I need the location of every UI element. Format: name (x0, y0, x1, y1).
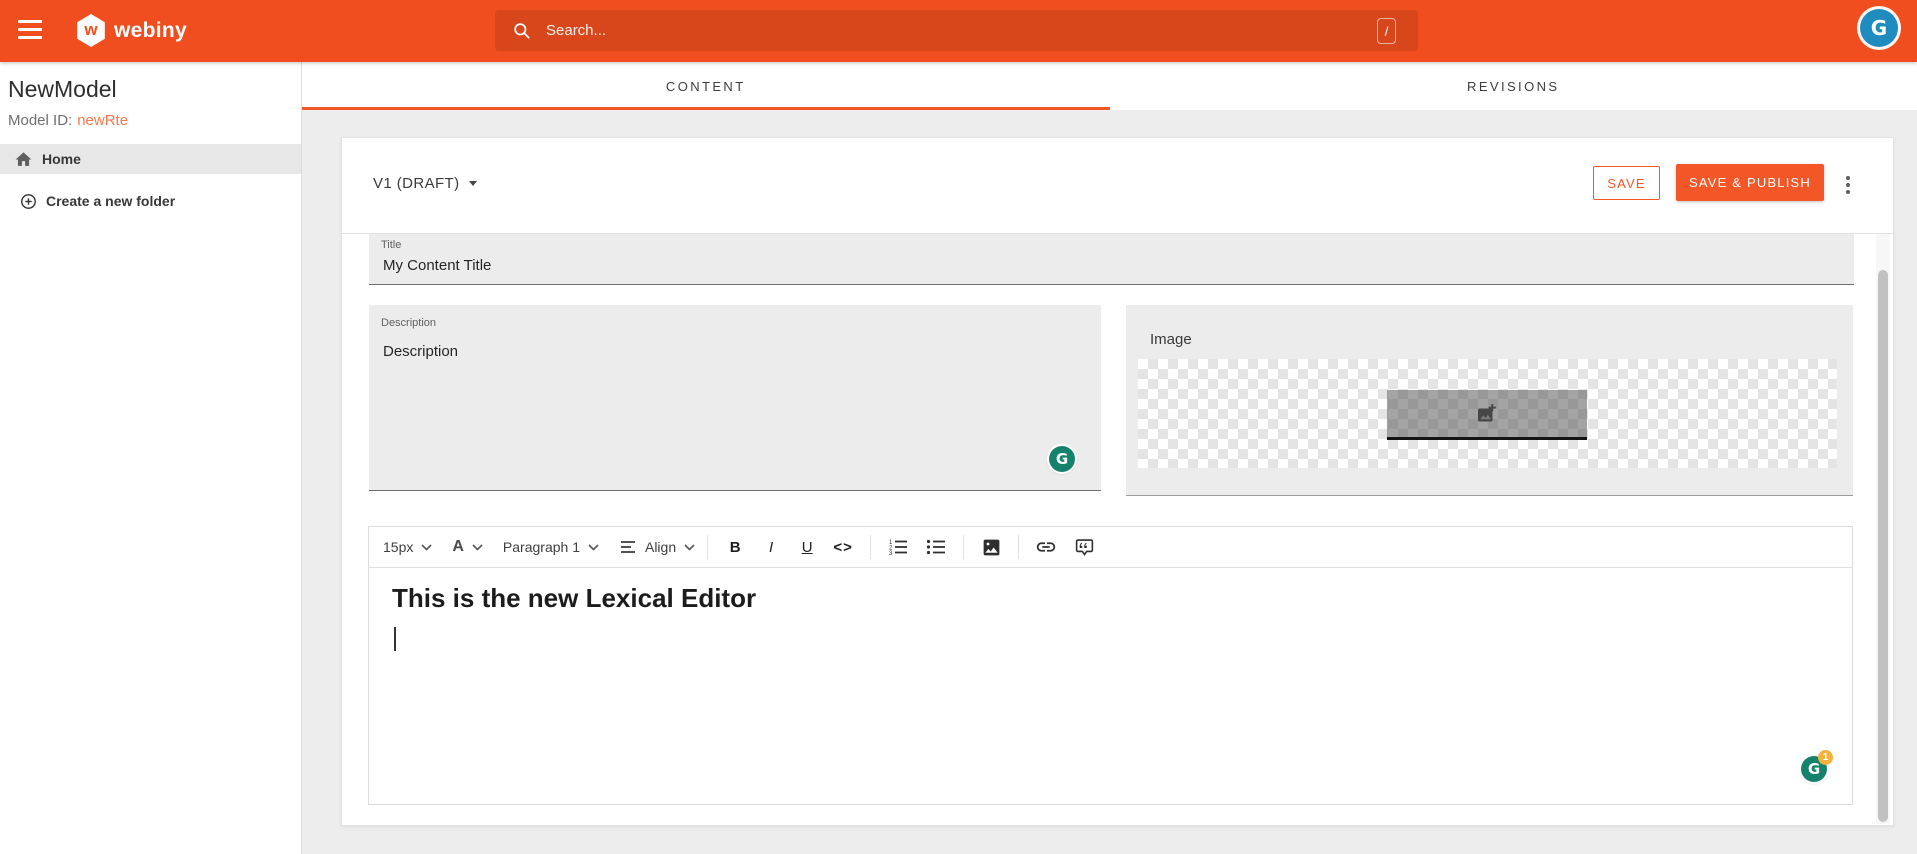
chevron-down-icon (472, 543, 483, 551)
home-icon (15, 151, 32, 166)
image-field-label: Image (1150, 331, 1192, 348)
grammarly-icon[interactable]: G (1049, 446, 1075, 472)
bullet-list-icon (927, 539, 946, 555)
grammarly-badge: 1 (1818, 750, 1833, 765)
webiny-logo-icon: w (77, 14, 105, 47)
model-name-title: NewModel (8, 76, 117, 102)
description-field-label: Description (381, 317, 437, 329)
numbered-list-button[interactable]: 123 (883, 538, 913, 556)
tab-bar: CONTENT REVISIONS (302, 62, 1917, 110)
chevron-down-icon (684, 543, 695, 551)
title-field-label: Title (381, 239, 402, 251)
main-area: CONTENT REVISIONS V1 (DRAFT) SAVE SAVE &… (302, 62, 1917, 854)
caret-down-icon (468, 181, 477, 186)
block-type-dropdown[interactable]: Paragraph 1 (503, 539, 599, 555)
chevron-down-icon (588, 543, 599, 551)
search-icon (514, 23, 530, 39)
model-id-label: Model ID: (8, 112, 73, 129)
italic-button[interactable]: I (756, 539, 786, 556)
toolbar-divider (707, 535, 709, 559)
content-form-card: V1 (DRAFT) SAVE SAVE & PUBLISH Title Des… (341, 137, 1894, 826)
title-input[interactable] (381, 256, 1792, 275)
version-dropdown[interactable]: V1 (DRAFT) (373, 175, 477, 192)
upload-image-button[interactable] (1387, 390, 1587, 440)
form-scroll-area: Title Description Description G Image (342, 233, 1893, 825)
align-dropdown[interactable]: Align (619, 539, 695, 555)
link-icon (1036, 542, 1056, 552)
chevron-down-icon (421, 543, 432, 551)
sidebar-item-home[interactable]: Home (0, 144, 301, 174)
svg-text:3: 3 (889, 551, 893, 556)
tab-revisions[interactable]: REVISIONS (1110, 62, 1917, 110)
quote-icon (1075, 538, 1093, 556)
save-button[interactable]: SAVE (1593, 166, 1660, 200)
create-folder-button[interactable]: Create a new folder (0, 187, 301, 215)
text-cursor (394, 627, 396, 651)
title-field[interactable]: Title (369, 234, 1854, 285)
model-id-line: Model ID: newRte (8, 112, 128, 129)
app-header: w webiny / G (0, 0, 1917, 62)
image-icon (983, 539, 999, 555)
tab-content[interactable]: CONTENT (302, 62, 1110, 110)
quote-button[interactable] (1069, 537, 1099, 558)
sidebar: NewModel Model ID: newRte Home Create a n… (0, 62, 302, 854)
font-size-dropdown[interactable]: 15px (383, 539, 432, 555)
insert-image-button[interactable] (976, 537, 1006, 558)
numbered-list-icon: 123 (889, 540, 908, 556)
grammarly-icon[interactable]: G 1 (1801, 750, 1833, 782)
toolbar-divider (1018, 535, 1020, 559)
toolbar-divider (870, 535, 872, 559)
toolbar-divider (963, 535, 965, 559)
model-id-value: newRte (77, 112, 129, 129)
rich-text-editor: 15px A Paragraph 1 Align B I U <> 1 2 3 … (368, 526, 1853, 805)
bullet-list-button[interactable] (921, 538, 951, 556)
image-field: Image (1126, 305, 1853, 496)
more-options-icon[interactable] (1838, 169, 1858, 201)
description-input[interactable]: Description (381, 341, 1061, 451)
sidebar-item-label: Home (42, 151, 81, 167)
webiny-logo[interactable]: w webiny (76, 14, 187, 47)
add-image-icon (1478, 403, 1496, 421)
insert-link-button[interactable] (1031, 536, 1061, 558)
form-scrollbar-track (1876, 234, 1890, 824)
code-button[interactable]: <> (828, 539, 858, 556)
bold-button[interactable]: B (720, 539, 750, 556)
description-field[interactable]: Description Description G (369, 305, 1101, 491)
slash-shortcut-badge: / (1377, 18, 1396, 44)
rte-content-heading[interactable]: This is the new Lexical Editor (392, 583, 756, 614)
global-search[interactable]: / (495, 10, 1418, 51)
rte-toolbar: 15px A Paragraph 1 Align B I U <> 1 2 3 (369, 527, 1852, 568)
search-input[interactable] (544, 21, 1418, 40)
version-label: V1 (DRAFT) (373, 175, 460, 192)
create-folder-label: Create a new folder (46, 193, 176, 209)
align-icon (620, 541, 635, 553)
underline-button[interactable]: U (792, 539, 822, 556)
circle-plus-icon (21, 193, 36, 209)
image-dropzone[interactable] (1138, 359, 1837, 468)
webiny-cms-screen: w webiny / G NewModel Model ID:newRte Ho… (0, 0, 1917, 854)
save-publish-button[interactable]: SAVE & PUBLISH (1676, 164, 1824, 201)
font-color-dropdown[interactable]: A (452, 538, 483, 556)
page-background: V1 (DRAFT) SAVE SAVE & PUBLISH Title Des… (302, 110, 1917, 854)
webiny-logo-text: webiny (114, 18, 187, 42)
form-scrollbar-thumb[interactable] (1878, 270, 1888, 822)
user-avatar[interactable]: G (1860, 9, 1898, 47)
menu-icon[interactable] (18, 20, 44, 42)
